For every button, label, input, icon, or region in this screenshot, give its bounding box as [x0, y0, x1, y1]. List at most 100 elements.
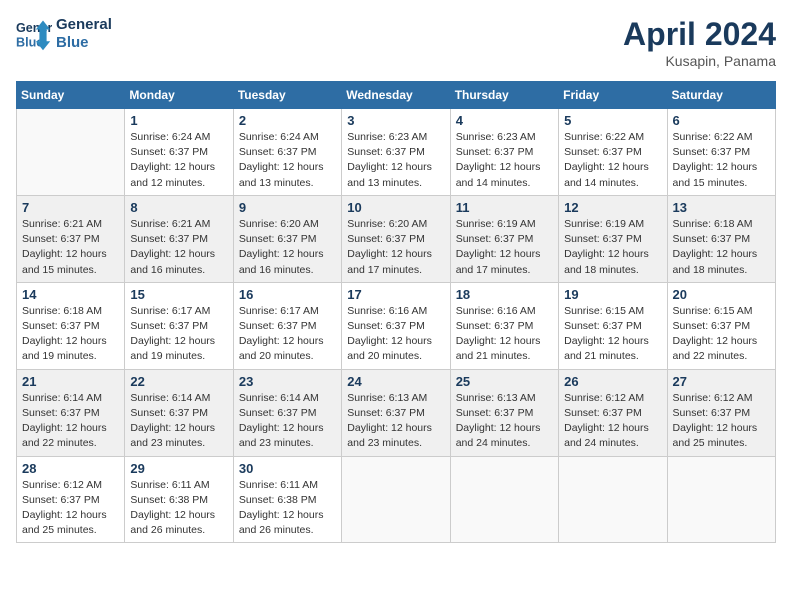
day-cell: 9 Sunrise: 6:20 AM Sunset: 6:37 PM Daylig… — [233, 195, 341, 282]
week-row-5: 28Sunrise: 6:12 AM Sunset: 6:37 PM Dayli… — [17, 456, 776, 543]
day-number: 3 — [347, 113, 444, 128]
day-number: 8 — [130, 200, 227, 215]
day-number: 10 — [347, 200, 444, 215]
day-number: 9 — [239, 200, 336, 215]
day-info: Sunrise: 6:22 AM Sunset: 6:37 PM Dayligh… — [564, 130, 661, 191]
day-cell: 13 Sunrise: 6:18 AM Sunset: 6:37 PM Dayli… — [667, 195, 775, 282]
day-info: Sunrise: 6:23 AM Sunset: 6:37 PM Dayligh… — [347, 130, 444, 191]
location-subtitle: Kusapin, Panama — [623, 53, 776, 69]
week-row-3: 14Sunrise: 6:18 AM Sunset: 6:37 PM Dayli… — [17, 282, 776, 369]
day-info: Sunrise: 6:20 AM Sunset: 6:37 PM Dayligh… — [347, 217, 444, 278]
day-info: Sunrise: 6:16 AM Sunset: 6:37 PM Dayligh… — [456, 304, 553, 365]
day-cell: 7Sunrise: 6:21 AM Sunset: 6:37 PM Daylig… — [17, 195, 125, 282]
calendar-table: SundayMondayTuesdayWednesdayThursdayFrid… — [16, 81, 776, 543]
day-info: Sunrise: 6:13 AM Sunset: 6:37 PM Dayligh… — [347, 391, 444, 452]
day-number: 26 — [564, 374, 661, 389]
day-cell: 23 Sunrise: 6:14 AM Sunset: 6:37 PM Dayli… — [233, 369, 341, 456]
day-info: Sunrise: 6:21 AM Sunset: 6:37 PM Dayligh… — [22, 217, 119, 278]
day-info: Sunrise: 6:14 AM Sunset: 6:37 PM Dayligh… — [239, 391, 336, 452]
day-number: 1 — [130, 113, 227, 128]
day-info: Sunrise: 6:11 AM Sunset: 6:38 PM Dayligh… — [130, 478, 227, 539]
day-cell: 22 Sunrise: 6:14 AM Sunset: 6:37 PM Dayli… — [125, 369, 233, 456]
day-cell: 14Sunrise: 6:18 AM Sunset: 6:37 PM Dayli… — [17, 282, 125, 369]
day-number: 22 — [130, 374, 227, 389]
day-info: Sunrise: 6:19 AM Sunset: 6:37 PM Dayligh… — [564, 217, 661, 278]
day-cell: 27 Sunrise: 6:12 AM Sunset: 6:37 PM Dayli… — [667, 369, 775, 456]
day-number: 4 — [456, 113, 553, 128]
day-number: 19 — [564, 287, 661, 302]
day-number: 24 — [347, 374, 444, 389]
day-number: 6 — [673, 113, 770, 128]
day-number: 28 — [22, 461, 119, 476]
page-header: General Blue General Blue April 2024 Kus… — [16, 16, 776, 69]
logo-icon: General Blue — [16, 16, 52, 52]
day-info: Sunrise: 6:14 AM Sunset: 6:37 PM Dayligh… — [22, 391, 119, 452]
day-info: Sunrise: 6:18 AM Sunset: 6:37 PM Dayligh… — [673, 217, 770, 278]
day-number: 17 — [347, 287, 444, 302]
day-cell — [342, 456, 450, 543]
header-cell-monday: Monday — [125, 82, 233, 109]
day-cell: 29 Sunrise: 6:11 AM Sunset: 6:38 PM Dayli… — [125, 456, 233, 543]
day-number: 25 — [456, 374, 553, 389]
day-cell: 17 Sunrise: 6:16 AM Sunset: 6:37 PM Dayli… — [342, 282, 450, 369]
day-info: Sunrise: 6:16 AM Sunset: 6:37 PM Dayligh… — [347, 304, 444, 365]
header-cell-wednesday: Wednesday — [342, 82, 450, 109]
day-number: 27 — [673, 374, 770, 389]
logo: General Blue General Blue — [16, 16, 112, 52]
day-number: 21 — [22, 374, 119, 389]
day-number: 29 — [130, 461, 227, 476]
day-info: Sunrise: 6:20 AM Sunset: 6:37 PM Dayligh… — [239, 217, 336, 278]
day-info: Sunrise: 6:21 AM Sunset: 6:37 PM Dayligh… — [130, 217, 227, 278]
day-info: Sunrise: 6:12 AM Sunset: 6:37 PM Dayligh… — [673, 391, 770, 452]
day-cell — [559, 456, 667, 543]
day-cell: 5 Sunrise: 6:22 AM Sunset: 6:37 PM Daylig… — [559, 109, 667, 196]
day-cell: 8 Sunrise: 6:21 AM Sunset: 6:37 PM Daylig… — [125, 195, 233, 282]
month-title: April 2024 — [623, 16, 776, 53]
day-info: Sunrise: 6:24 AM Sunset: 6:37 PM Dayligh… — [130, 130, 227, 191]
week-row-2: 7Sunrise: 6:21 AM Sunset: 6:37 PM Daylig… — [17, 195, 776, 282]
day-cell: 10 Sunrise: 6:20 AM Sunset: 6:37 PM Dayli… — [342, 195, 450, 282]
day-info: Sunrise: 6:17 AM Sunset: 6:37 PM Dayligh… — [130, 304, 227, 365]
day-cell: 4 Sunrise: 6:23 AM Sunset: 6:37 PM Daylig… — [450, 109, 558, 196]
day-info: Sunrise: 6:13 AM Sunset: 6:37 PM Dayligh… — [456, 391, 553, 452]
day-info: Sunrise: 6:24 AM Sunset: 6:37 PM Dayligh… — [239, 130, 336, 191]
day-info: Sunrise: 6:15 AM Sunset: 6:37 PM Dayligh… — [564, 304, 661, 365]
calendar-body: 1 Sunrise: 6:24 AM Sunset: 6:37 PM Daylig… — [17, 109, 776, 543]
day-cell: 16Sunrise: 6:17 AM Sunset: 6:37 PM Dayli… — [233, 282, 341, 369]
day-cell: 18 Sunrise: 6:16 AM Sunset: 6:37 PM Dayli… — [450, 282, 558, 369]
day-info: Sunrise: 6:14 AM Sunset: 6:37 PM Dayligh… — [130, 391, 227, 452]
day-cell: 1 Sunrise: 6:24 AM Sunset: 6:37 PM Daylig… — [125, 109, 233, 196]
day-cell: 6Sunrise: 6:22 AM Sunset: 6:37 PM Daylig… — [667, 109, 775, 196]
day-number: 13 — [673, 200, 770, 215]
day-info: Sunrise: 6:11 AM Sunset: 6:38 PM Dayligh… — [239, 478, 336, 539]
day-info: Sunrise: 6:17 AM Sunset: 6:37 PM Dayligh… — [239, 304, 336, 365]
logo-blue: Blue — [56, 34, 112, 52]
day-number: 12 — [564, 200, 661, 215]
day-cell: 28Sunrise: 6:12 AM Sunset: 6:37 PM Dayli… — [17, 456, 125, 543]
day-number: 11 — [456, 200, 553, 215]
header-cell-thursday: Thursday — [450, 82, 558, 109]
day-cell: 3 Sunrise: 6:23 AM Sunset: 6:37 PM Daylig… — [342, 109, 450, 196]
day-cell: 2 Sunrise: 6:24 AM Sunset: 6:37 PM Daylig… — [233, 109, 341, 196]
week-row-4: 21 Sunrise: 6:14 AM Sunset: 6:37 PM Dayli… — [17, 369, 776, 456]
day-cell: 21 Sunrise: 6:14 AM Sunset: 6:37 PM Dayli… — [17, 369, 125, 456]
day-cell: 20Sunrise: 6:15 AM Sunset: 6:37 PM Dayli… — [667, 282, 775, 369]
day-cell: 25 Sunrise: 6:13 AM Sunset: 6:37 PM Dayli… — [450, 369, 558, 456]
day-cell: 24 Sunrise: 6:13 AM Sunset: 6:37 PM Dayli… — [342, 369, 450, 456]
day-cell: 26Sunrise: 6:12 AM Sunset: 6:37 PM Dayli… — [559, 369, 667, 456]
day-number: 20 — [673, 287, 770, 302]
day-number: 18 — [456, 287, 553, 302]
day-cell — [17, 109, 125, 196]
day-number: 23 — [239, 374, 336, 389]
day-number: 2 — [239, 113, 336, 128]
day-number: 5 — [564, 113, 661, 128]
day-cell — [450, 456, 558, 543]
header-row: SundayMondayTuesdayWednesdayThursdayFrid… — [17, 82, 776, 109]
day-info: Sunrise: 6:23 AM Sunset: 6:37 PM Dayligh… — [456, 130, 553, 191]
calendar-header: SundayMondayTuesdayWednesdayThursdayFrid… — [17, 82, 776, 109]
title-block: April 2024 Kusapin, Panama — [623, 16, 776, 69]
day-info: Sunrise: 6:19 AM Sunset: 6:37 PM Dayligh… — [456, 217, 553, 278]
day-number: 30 — [239, 461, 336, 476]
day-cell: 12 Sunrise: 6:19 AM Sunset: 6:37 PM Dayli… — [559, 195, 667, 282]
day-cell: 15Sunrise: 6:17 AM Sunset: 6:37 PM Dayli… — [125, 282, 233, 369]
